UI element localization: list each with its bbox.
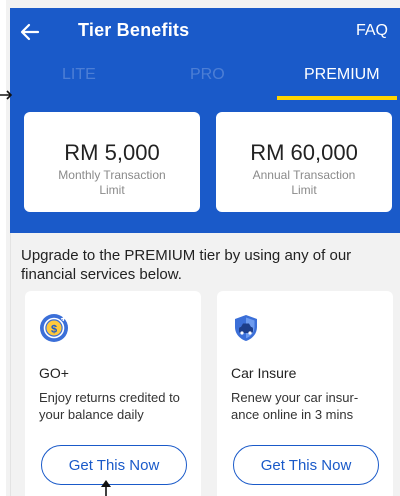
arrow-left-icon[interactable] [18,20,42,44]
service-name-go-plus: GO+ [39,365,69,381]
monthly-limit-label: Monthly Transaction Limit [58,168,166,197]
faq-link[interactable]: FAQ [356,22,388,40]
get-this-now-button-car-insure[interactable]: Get This Now [233,445,379,485]
monthly-limit-amount: RM 5,000 [64,140,160,165]
annual-limit-amount: RM 60,000 [250,140,358,165]
get-this-now-button-go-plus[interactable]: Get This Now [41,445,187,485]
tab-pro[interactable]: PRO [190,66,225,84]
active-tab-indicator [277,96,397,100]
svg-text:$: $ [51,324,57,336]
annual-limit-label: Annual Transaction Limit [252,168,356,197]
pointer-arrow-up-icon [101,480,111,496]
go-plus-coin-icon: $ [40,314,68,342]
service-name-car-insure: Car Insure [231,365,297,381]
service-desc-car-insure: Renew your car insur-ance online in 3 mi… [231,390,359,422]
upgrade-intro-text: Upgrade to the PREMIUM tier by using any… [21,247,352,283]
page-title: Tier Benefits [78,20,190,40]
services-section: Upgrade to the PREMIUM tier by using any… [10,233,400,496]
pointer-arrow-icon [0,90,13,100]
car-shield-icon [235,315,257,341]
service-card-go-plus: $ GO+ Enjoy returns credited to your bal… [25,291,201,496]
tab-lite[interactable]: LITE [62,66,96,84]
tab-premium[interactable]: PREMIUM [304,66,380,84]
tier-tabs: LITE PRO PREMIUM [10,58,400,100]
service-desc-go-plus: Enjoy returns credited to your balance d… [39,390,180,422]
top-bar: Tier Benefits FAQ [10,8,400,56]
service-card-car-insure: Car Insure Renew your car insur-ance onl… [217,291,393,496]
annual-limit-card: RM 60,000 Annual Transaction Limit [216,112,392,212]
limit-cards: RM 5,000 Monthly Transaction Limit RM 60… [10,112,400,222]
header-panel: Tier Benefits FAQ LITE PRO PREMIUM RM 5,… [10,8,400,233]
monthly-limit-card: RM 5,000 Monthly Transaction Limit [24,112,200,212]
left-edge-strip [0,0,6,496]
